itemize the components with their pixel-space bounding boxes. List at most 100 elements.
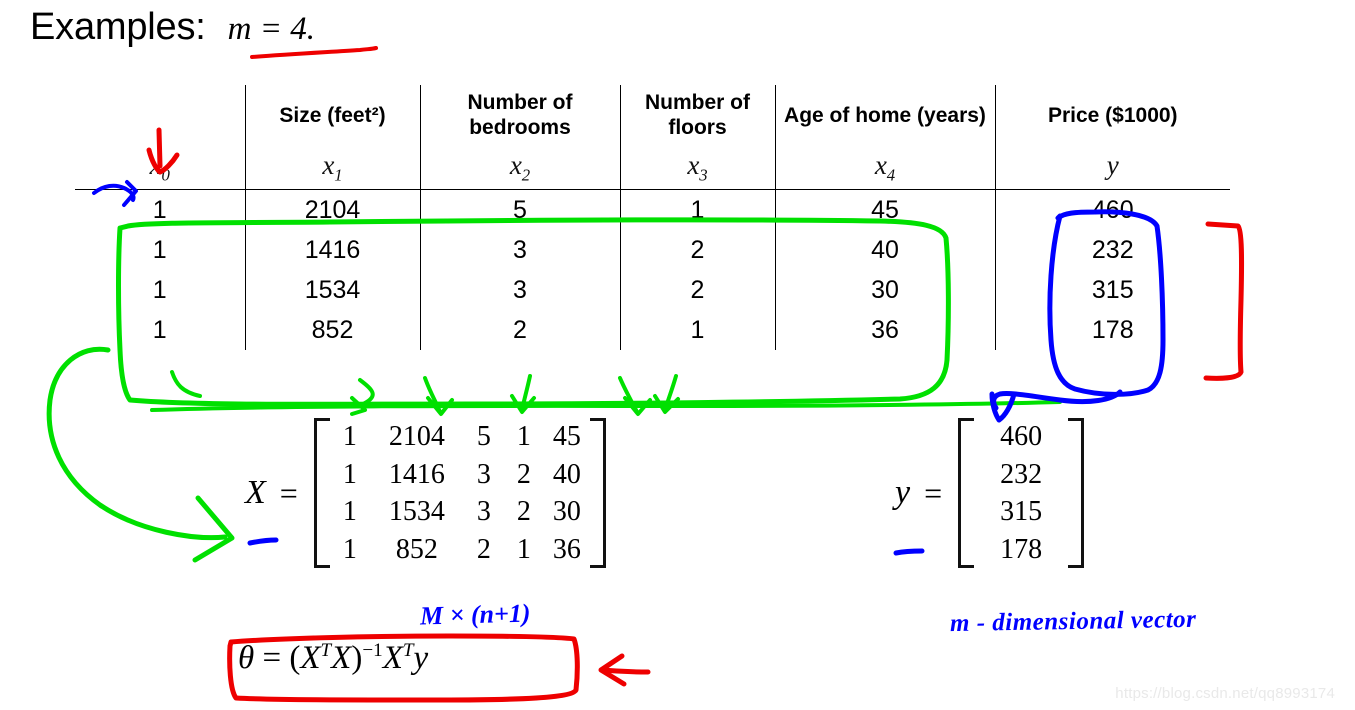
matrix-label-X: X xyxy=(245,474,266,512)
matrix-bracket-y: 460 232 315 178 xyxy=(958,418,1085,569)
matrix-cell: 460 xyxy=(1000,421,1043,452)
matrix-row: 1 1534 3 2 30 xyxy=(330,493,590,531)
matrix-cell: 852 xyxy=(395,533,438,565)
red-underline-title-icon xyxy=(250,46,378,59)
cell-x1: 1534 xyxy=(244,270,420,310)
matrix-cell: 178 xyxy=(1000,533,1043,565)
column-header-bedrooms: Number of bedrooms xyxy=(419,85,620,147)
X-term-3: X xyxy=(382,640,403,676)
matrix-cell: 1534 xyxy=(388,496,445,528)
cell-x0: 1 xyxy=(152,275,167,304)
cell-x4: 40 xyxy=(774,230,995,270)
target-vector-y: y = 460 232 315 178 xyxy=(895,418,1085,569)
matrix-label-y: y xyxy=(895,474,911,512)
table-body: 1 2104 5 1 45 460 1 1416 3 2 40 232 1 15… xyxy=(75,190,1230,350)
cell-y: 178 xyxy=(994,310,1230,350)
bracket-left-icon xyxy=(313,418,330,569)
table-row: 1 1534 3 2 30 315 xyxy=(75,270,1230,310)
normal-equation: θ = (XTX)−1XTy xyxy=(238,640,428,677)
matrix-row: 1 852 2 1 36 xyxy=(330,531,590,569)
symbol-x3: x3 xyxy=(619,147,775,190)
title-label: Examples: xyxy=(30,6,206,48)
page-title: Examples: m = 4. xyxy=(30,6,315,49)
matrix-cell: 1 xyxy=(342,458,357,490)
green-column-arrow-x3-icon xyxy=(510,374,536,414)
table-symbol-row: x0 x1 x2 x3 x4 y xyxy=(75,147,1230,190)
green-column-arrow-x0-icon xyxy=(170,370,202,398)
design-matrix-X: X = 1 2104 5 1 45 1 1416 3 2 40 1 1534 3… xyxy=(245,418,606,569)
watermark: https://blog.csdn.net/qq8993174 xyxy=(1115,685,1335,702)
matrix-cell: 30 xyxy=(552,496,581,528)
y-term: y xyxy=(413,640,429,676)
X-term-1: X xyxy=(300,640,321,676)
symbol-x4: x4 xyxy=(774,147,995,190)
cell-y: 315 xyxy=(994,270,1230,310)
bracket-right-icon xyxy=(589,418,606,569)
annotation-vector-dimensions: m - dimensional vector xyxy=(949,605,1197,638)
green-column-arrow-x2-icon xyxy=(423,376,454,416)
matrix-equals-y: = xyxy=(924,474,943,511)
cell-x2: 2 xyxy=(419,310,620,350)
cell-x0: 1 xyxy=(152,315,167,344)
cell-x1: 852 xyxy=(244,310,420,350)
matrix-cell: 2 xyxy=(476,533,491,565)
symbol-x2: x2 xyxy=(419,147,620,190)
green-arrow-to-X-head-icon xyxy=(192,495,235,563)
bracket-left-icon xyxy=(958,418,975,569)
matrix-row: 460 xyxy=(974,418,1068,456)
cell-x0: 1 xyxy=(152,195,167,224)
cell-x3: 2 xyxy=(619,270,775,310)
transpose-2: T xyxy=(402,640,414,661)
cell-x1: 2104 xyxy=(244,190,420,230)
equals-sign: = xyxy=(262,640,282,676)
table-header-row: Size (feet²) Number of bedrooms Number o… xyxy=(75,85,1230,147)
bracket-right-icon xyxy=(1068,418,1085,569)
title-math: m = 4. xyxy=(227,11,315,47)
matrix-cell: 2 xyxy=(516,458,531,490)
annotation-matrix-dimensions: M × (n+1) xyxy=(419,598,531,631)
matrix-cell: 45 xyxy=(552,421,581,452)
X-term-2: X xyxy=(331,640,352,676)
cell-x4: 30 xyxy=(774,270,995,310)
open-paren: ( xyxy=(289,640,301,676)
matrix-cell: 40 xyxy=(552,458,581,490)
symbol-x0: x0 xyxy=(149,150,170,185)
matrix-equals-X: = xyxy=(279,474,298,511)
matrix-cell: 1 xyxy=(342,421,357,452)
cell-x4: 36 xyxy=(774,310,995,350)
cell-x3: 2 xyxy=(619,230,775,270)
matrix-cell: 232 xyxy=(1000,458,1043,490)
inverse-exponent: −1 xyxy=(362,640,383,661)
red-arrow-to-equation-icon xyxy=(599,667,651,675)
matrix-cell: 36 xyxy=(552,533,581,565)
close-paren: ) xyxy=(351,640,363,676)
blue-arrow-to-y-icon xyxy=(991,389,1123,411)
cell-x2: 3 xyxy=(419,230,620,270)
column-header-floors: Number of floors xyxy=(619,85,775,147)
matrix-grid-X: 1 2104 5 1 45 1 1416 3 2 40 1 1534 3 2 3… xyxy=(330,418,590,568)
matrix-cell: 315 xyxy=(1000,496,1043,528)
cell-y: 460 xyxy=(994,190,1230,230)
slide-canvas: Examples: m = 4. Size (feet²) Number of … xyxy=(0,0,1355,710)
symbol-y: y xyxy=(994,147,1230,190)
features-table: Size (feet²) Number of bedrooms Number o… xyxy=(75,85,1230,350)
matrix-cell: 1 xyxy=(516,533,531,565)
matrix-cell: 1 xyxy=(342,496,357,528)
red-arrow-to-equation-head-icon xyxy=(598,653,627,687)
matrix-row: 178 xyxy=(974,531,1068,569)
transpose-1: T xyxy=(320,640,332,661)
cell-y: 232 xyxy=(994,230,1230,270)
cell-x2: 5 xyxy=(419,190,620,230)
green-column-arrow-x5-icon xyxy=(653,374,680,414)
table-row: 1 852 2 1 36 178 xyxy=(75,310,1230,350)
matrix-cell: 3 xyxy=(476,496,491,528)
table-row: 1 2104 5 1 45 460 xyxy=(75,190,1230,230)
green-arrow-to-X-icon xyxy=(46,346,228,541)
features-table-container: Size (feet²) Number of bedrooms Number o… xyxy=(0,85,1355,350)
matrix-cell: 1 xyxy=(342,533,357,565)
matrix-cell: 1416 xyxy=(388,458,445,490)
cell-x4: 45 xyxy=(774,190,995,230)
green-column-arrow-x4-icon xyxy=(618,376,652,416)
cell-x2: 3 xyxy=(419,270,620,310)
symbol-x1: x1 xyxy=(244,147,420,190)
